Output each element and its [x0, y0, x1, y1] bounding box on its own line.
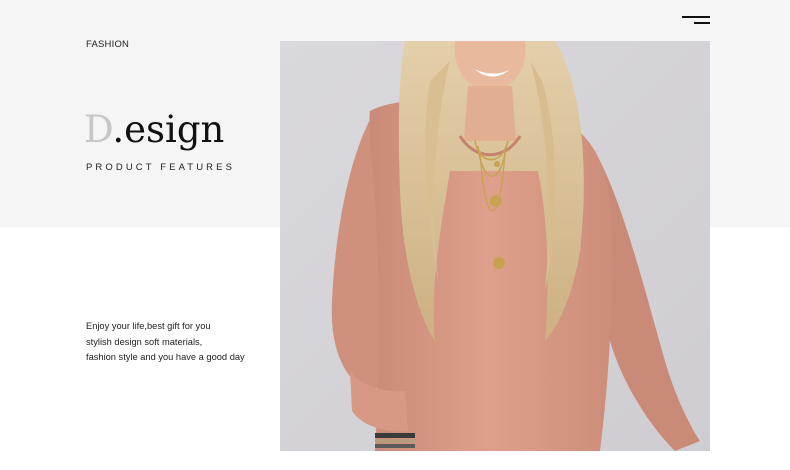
- brand-title: D.esign: [84, 108, 224, 152]
- hamburger-menu-icon[interactable]: [682, 16, 710, 28]
- brand-initial: D: [84, 108, 113, 151]
- hero-image: [280, 41, 710, 451]
- menu-bar-bottom: [694, 22, 710, 24]
- category-label: FASHION: [86, 39, 130, 50]
- description-line: stylish design soft materials,: [86, 336, 203, 347]
- description-line: fashion style and you have a good day: [86, 352, 245, 363]
- description-text: Enjoy your life,best gift for you stylis…: [86, 319, 245, 366]
- model-photo: [280, 41, 710, 451]
- brand-dot: .: [112, 108, 125, 151]
- brand-rest: esign: [124, 108, 225, 151]
- menu-bar-top: [682, 16, 710, 18]
- description-line: Enjoy your life,best gift for you: [86, 321, 211, 331]
- subtitle: PRODUCT FEATURES: [86, 162, 236, 173]
